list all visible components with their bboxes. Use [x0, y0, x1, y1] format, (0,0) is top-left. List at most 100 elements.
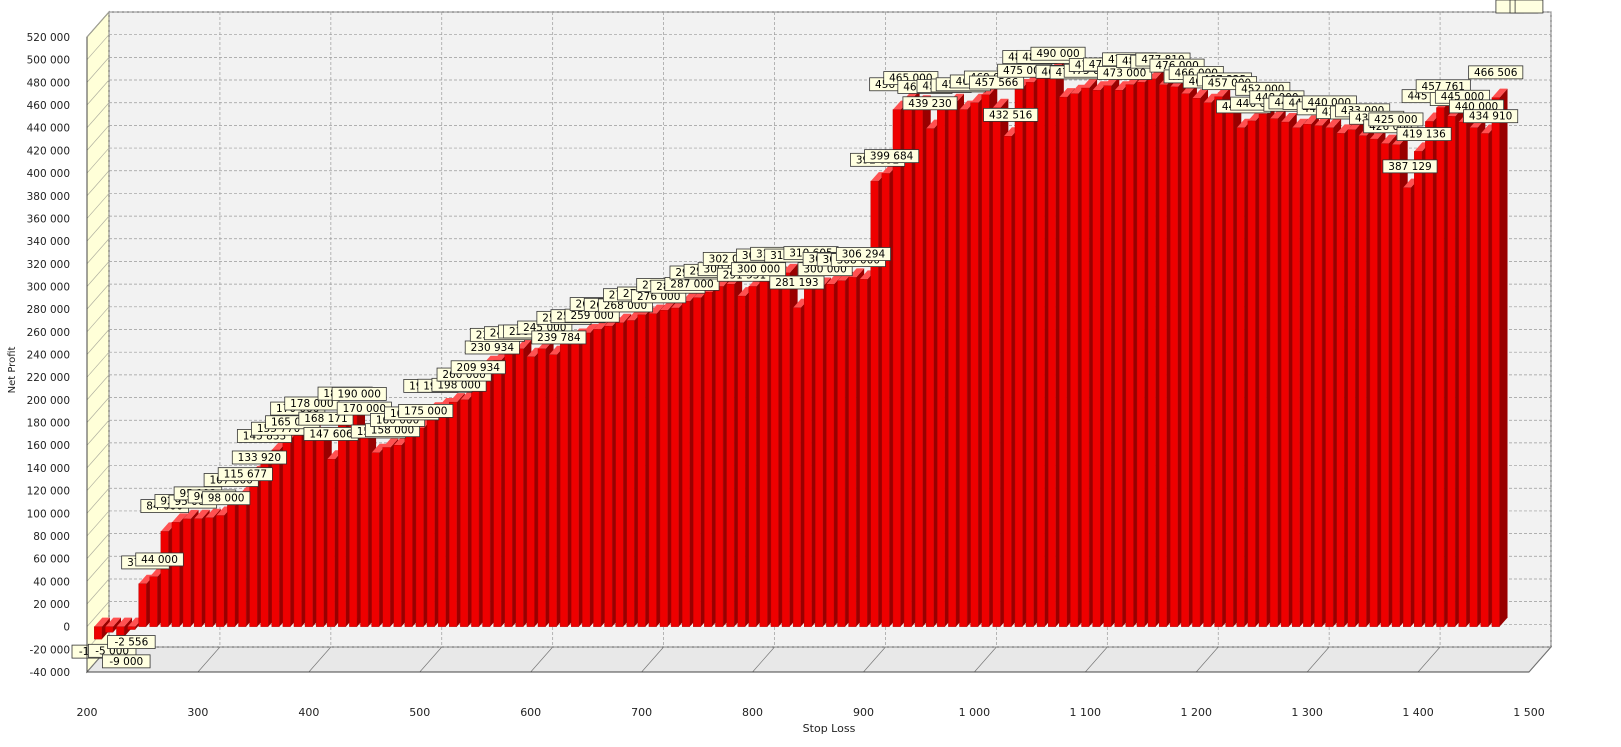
bar-front [1292, 127, 1301, 627]
bar-front [837, 280, 846, 627]
bar-front [1280, 121, 1289, 627]
data-label: 419 136 [1396, 127, 1452, 141]
x-tick-label: 1 500 [1513, 706, 1545, 719]
bar-front [227, 505, 236, 627]
bar-front [859, 279, 868, 627]
data-label-text: 439 230 [908, 98, 951, 110]
chart-root: -11 000-5 000-9 000-2 55637 86344 00084 … [0, 0, 1621, 743]
bar-front [715, 286, 724, 627]
data-label-text: NaN [1518, 0, 1540, 3]
bar-front [1092, 90, 1101, 627]
data-label: 44 000 [135, 552, 184, 567]
data-label: NaN [1514, 0, 1544, 14]
data-label: 209 934 [450, 360, 506, 375]
bar-front [482, 364, 491, 627]
bar-front [1247, 120, 1256, 627]
data-label: 432 516 [983, 108, 1039, 122]
bar-front [937, 107, 946, 627]
y-tick-label: 320 000 [27, 259, 70, 271]
y-tick-label: 280 000 [27, 304, 70, 316]
data-label: 175 000 [398, 404, 454, 418]
bar-front [1480, 133, 1489, 627]
bar-front [593, 329, 602, 627]
y-tick-label: 300 000 [27, 281, 70, 293]
y-axis-title: Net Profit [7, 347, 18, 394]
bar-front [1014, 87, 1023, 627]
y-tick-label: 420 000 [27, 145, 70, 157]
bar-front [726, 283, 735, 627]
x-tick-label: 300 [187, 706, 208, 719]
bar-front [1491, 97, 1500, 627]
data-label: 466 506 [1468, 65, 1524, 80]
bar-front [1114, 90, 1123, 627]
data-label: 115 677 [217, 467, 273, 482]
x-tick-label: 200 [77, 706, 98, 719]
bar-front [249, 474, 258, 627]
bar-front [1314, 125, 1323, 627]
y-tick-label: 0 [63, 622, 70, 634]
bar-front [781, 272, 790, 627]
bar-front [759, 280, 768, 627]
bar-front [149, 576, 158, 627]
bar-front [393, 445, 402, 627]
bar-front [848, 277, 857, 627]
x-axis-title: Stop Loss [803, 722, 856, 735]
bar-front [460, 399, 469, 627]
data-label-text: 190 000 [338, 388, 381, 400]
y-tick-label: 380 000 [27, 191, 70, 203]
bar-front [626, 320, 635, 627]
bar-front [815, 286, 824, 627]
data-label-text: 300 000 [737, 264, 780, 276]
bar-front [604, 325, 613, 627]
bar-front [1469, 127, 1478, 627]
y-tick-label: 220 000 [27, 372, 70, 384]
bar-front [1336, 133, 1345, 627]
bar-front [315, 435, 324, 627]
bar-front [293, 433, 302, 627]
bar-front [216, 515, 225, 627]
bar-front [1170, 86, 1179, 627]
bar-front [1136, 82, 1145, 627]
bar-front [559, 342, 568, 627]
bar-front [404, 434, 413, 627]
y-tick-label: 200 000 [27, 395, 70, 407]
y-tick-label: 480 000 [27, 77, 70, 89]
bar-front [504, 354, 513, 627]
y-tick-label: 180 000 [27, 418, 70, 430]
bar-front [260, 461, 269, 627]
data-label-text: 115 677 [224, 469, 267, 481]
data-label-text: 457 566 [975, 77, 1019, 89]
bar-front [371, 452, 380, 627]
bar-front [1203, 102, 1212, 627]
bar-front [1269, 118, 1278, 627]
data-label-text: 281 193 [775, 277, 818, 289]
data-label-text: 432 516 [989, 109, 1033, 121]
data-label: 439 230 [902, 96, 958, 111]
bar-front [282, 439, 291, 627]
y-tick-label: 80 000 [33, 531, 70, 543]
bar-front [1048, 70, 1057, 627]
bar-side [1499, 88, 1508, 627]
bar-front [1458, 121, 1467, 627]
bar-front [1236, 127, 1245, 627]
bar-front [992, 107, 1001, 627]
y-tick-label: -20 000 [29, 644, 70, 656]
data-label: 457 566 [969, 75, 1025, 90]
bar-front [970, 102, 979, 627]
bar-front [1125, 84, 1134, 627]
bar-front [1369, 138, 1378, 627]
bar-front [1380, 143, 1389, 627]
bar-front [659, 310, 668, 627]
y-tick-label: 240 000 [27, 350, 70, 362]
bar-front [1436, 107, 1445, 627]
data-label-text: 230 934 [471, 342, 515, 354]
bar-front [571, 337, 580, 627]
bar-front [1103, 85, 1112, 627]
data-label: 239 784 [531, 330, 587, 345]
bar-front [327, 459, 336, 627]
y-tick-label: 400 000 [27, 168, 70, 180]
data-label: 425 000 [1368, 112, 1424, 127]
bar-front [471, 388, 480, 627]
x-tick-label: 1 300 [1291, 706, 1323, 719]
bar-front [670, 307, 679, 627]
